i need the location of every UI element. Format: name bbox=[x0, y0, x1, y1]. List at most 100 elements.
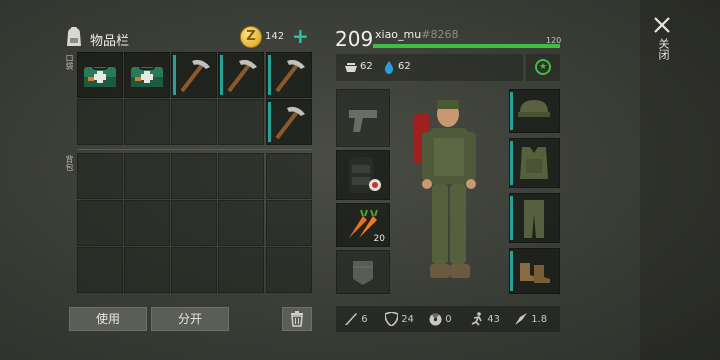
close-button[interactable]: 关闭 bbox=[648, 14, 676, 74]
medkit-icon bbox=[131, 61, 163, 87]
weapon-slot[interactable] bbox=[336, 89, 390, 147]
durability-bar bbox=[220, 55, 223, 95]
stat-attack: 6 bbox=[344, 310, 368, 330]
backpack-equip-icon bbox=[349, 157, 381, 193]
pocket-slot-empty[interactable] bbox=[77, 99, 123, 145]
trash-button[interactable] bbox=[282, 307, 312, 331]
shield-icon bbox=[384, 311, 399, 327]
pocket-label: 口袋 bbox=[65, 54, 74, 70]
body-slot[interactable] bbox=[509, 138, 560, 188]
medkit-icon bbox=[84, 61, 116, 87]
backpack-slot[interactable] bbox=[266, 200, 312, 246]
carrot-slot[interactable]: 20 bbox=[336, 203, 390, 247]
backpack-slot[interactable] bbox=[124, 200, 170, 246]
durability-bar bbox=[268, 102, 271, 142]
backpack-slot[interactable] bbox=[266, 247, 312, 293]
backpack-slot[interactable] bbox=[77, 153, 123, 199]
knife-icon bbox=[345, 313, 357, 325]
backpack-slot[interactable] bbox=[171, 247, 217, 293]
backpack-label: 背包 bbox=[65, 155, 74, 171]
durability-bar bbox=[510, 251, 513, 291]
weight-icon bbox=[515, 313, 527, 325]
inventory-header: 物品栏 Z 142 + bbox=[62, 24, 314, 52]
backpack-slot[interactable] bbox=[171, 153, 217, 199]
pocket-slot-empty[interactable] bbox=[124, 99, 170, 145]
player-name-row: xiao_mu#8268 bbox=[375, 28, 458, 41]
use-button[interactable]: 使用 bbox=[69, 307, 147, 331]
stat-radiation: 0 bbox=[429, 310, 452, 330]
backpack-slot[interactable] bbox=[77, 247, 123, 293]
radiation-icon bbox=[429, 313, 442, 325]
section-divider bbox=[77, 149, 312, 150]
stat-radiation-value: 0 bbox=[445, 314, 452, 325]
pistol-icon bbox=[349, 110, 377, 132]
hp-bar-track bbox=[373, 44, 560, 48]
pocket-slot-pickaxe[interactable] bbox=[218, 52, 264, 98]
pickaxe-icon bbox=[227, 59, 257, 93]
stat-speed: 43 bbox=[470, 310, 500, 330]
food-value: 62 bbox=[360, 61, 373, 72]
pickaxe-icon bbox=[275, 106, 305, 140]
backpack-slot[interactable] bbox=[218, 153, 264, 199]
vest-icon bbox=[520, 147, 548, 179]
pocket-slot-empty[interactable] bbox=[218, 99, 264, 145]
trash-icon bbox=[291, 311, 303, 327]
pocket-slot-pickaxe[interactable] bbox=[171, 52, 217, 98]
stat-defense: 24 bbox=[384, 310, 414, 330]
durability-bar bbox=[510, 92, 513, 130]
coin-count: 142 bbox=[265, 31, 285, 42]
durability-bar bbox=[173, 55, 176, 95]
character-model[interactable] bbox=[400, 96, 500, 296]
backpack-slot[interactable] bbox=[171, 200, 217, 246]
stat-attack-value: 6 bbox=[361, 314, 368, 325]
stat-speed-value: 43 bbox=[487, 314, 500, 325]
boots-icon bbox=[520, 263, 550, 283]
running-icon bbox=[471, 312, 482, 326]
pickaxe-icon bbox=[180, 59, 210, 93]
inventory-title: 物品栏 bbox=[90, 34, 130, 49]
close-icon bbox=[654, 17, 670, 33]
backpack-icon bbox=[64, 26, 84, 52]
vitals-panel: 62 62 bbox=[336, 54, 523, 81]
water-drop-icon bbox=[384, 61, 394, 74]
backpack-slot[interactable] bbox=[124, 153, 170, 199]
stat-weight-value: 1.8 bbox=[531, 314, 548, 325]
star-badge-icon: ★ bbox=[535, 59, 551, 75]
feet-slot[interactable] bbox=[509, 248, 560, 294]
backpack-slot[interactable] bbox=[266, 153, 312, 199]
player-name: xiao_mu bbox=[375, 28, 422, 41]
pocket-slot-pickaxe[interactable] bbox=[266, 52, 312, 98]
pants-icon bbox=[524, 200, 544, 238]
durability-bar bbox=[510, 141, 513, 185]
backpack-slot[interactable] bbox=[218, 200, 264, 246]
player-tag: #8268 bbox=[421, 28, 459, 41]
durability-bar bbox=[268, 55, 271, 95]
pocket-icon bbox=[353, 261, 373, 285]
backpack-equip-slot[interactable] bbox=[336, 150, 390, 200]
water-value: 62 bbox=[398, 61, 411, 72]
status-effect-button[interactable]: ★ bbox=[526, 54, 560, 81]
add-coins-button[interactable]: + bbox=[292, 24, 309, 48]
durability-bar bbox=[510, 196, 513, 240]
pocket-slot-pickaxe[interactable] bbox=[266, 99, 312, 145]
backpack-slot[interactable] bbox=[77, 200, 123, 246]
backpack-slot[interactable] bbox=[124, 247, 170, 293]
coin-icon: Z bbox=[240, 26, 262, 48]
pocket-slot-medkit[interactable] bbox=[124, 52, 170, 98]
hp-bar-fill bbox=[373, 44, 560, 48]
backpack-slot[interactable] bbox=[218, 247, 264, 293]
pocket-equip-slot[interactable] bbox=[336, 250, 390, 294]
pickaxe-icon bbox=[275, 59, 305, 93]
close-label: 关闭 bbox=[657, 38, 670, 60]
carrot-count: 20 bbox=[373, 234, 385, 244]
soldier-figure bbox=[414, 100, 476, 278]
split-button[interactable]: 分开 bbox=[151, 307, 229, 331]
player-level: 209 bbox=[335, 27, 374, 51]
cap-icon bbox=[518, 100, 550, 117]
legs-slot[interactable] bbox=[509, 193, 560, 243]
stat-weight: 1.8 bbox=[514, 310, 547, 330]
pocket-slot-medkit[interactable] bbox=[77, 52, 123, 98]
pocket-slot-empty[interactable] bbox=[171, 99, 217, 145]
head-slot[interactable] bbox=[509, 89, 560, 133]
stat-defense-value: 24 bbox=[401, 314, 414, 325]
